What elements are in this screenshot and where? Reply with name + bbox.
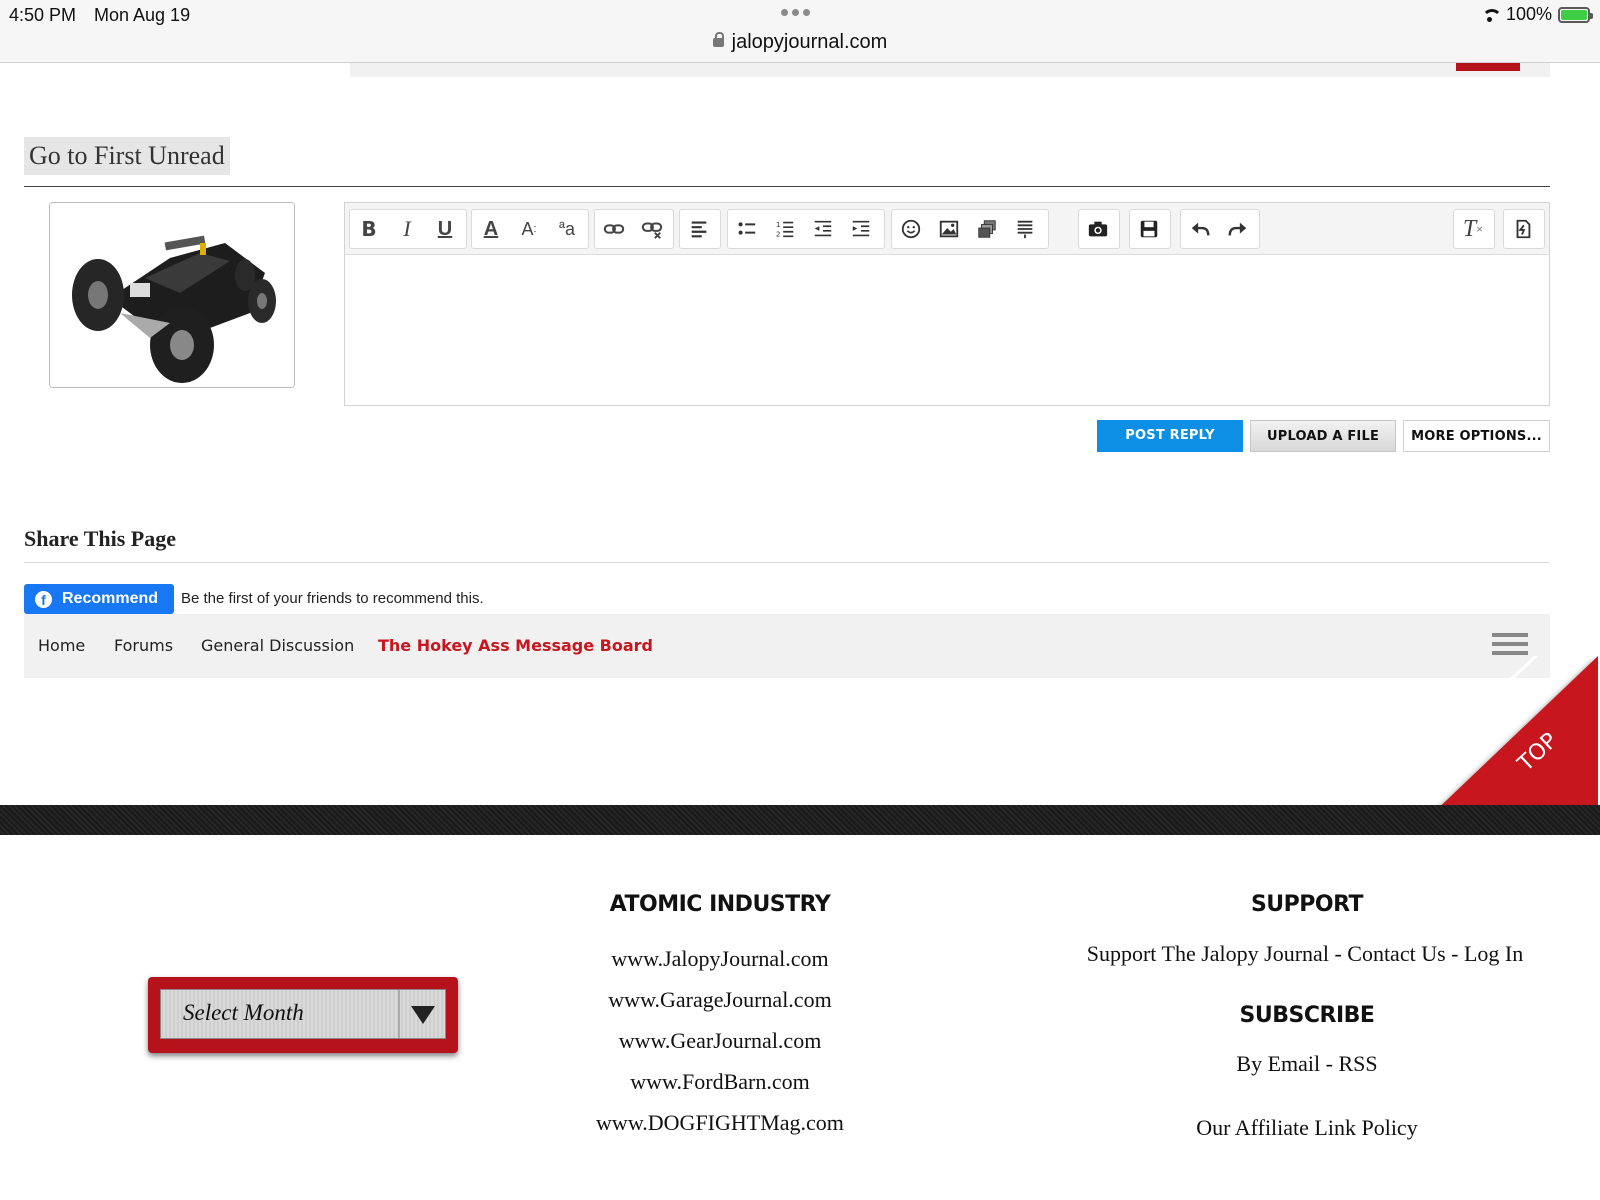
link-gearjournal[interactable]: www.GearJournal.com — [520, 1028, 920, 1054]
breadcrumb-forums[interactable]: Forums — [114, 636, 173, 655]
back-to-top-button[interactable]: TOP — [1428, 656, 1598, 818]
link-dogfightmag[interactable]: www.DOGFIGHTMag.com — [520, 1110, 920, 1136]
toolbar-group-bbcode — [1503, 209, 1545, 249]
link-fordbarn[interactable]: www.FordBarn.com — [520, 1069, 920, 1095]
address-bar[interactable]: jalopyjournal.com — [0, 31, 1600, 54]
smilie-icon[interactable] — [892, 210, 930, 248]
facebook-icon: f — [35, 591, 52, 608]
svg-text:2: 2 — [776, 229, 781, 238]
status-date: Mon Aug 19 — [94, 5, 191, 25]
rss-link[interactable]: RSS — [1338, 1051, 1377, 1076]
separator: - — [1334, 941, 1342, 966]
status-right: 100% — [1480, 4, 1593, 25]
contact-us-link[interactable]: Contact Us — [1347, 941, 1445, 966]
link-jalopyjournal[interactable]: www.JalopyJournal.com — [520, 946, 920, 972]
breadcrumb-home[interactable]: Home — [38, 636, 85, 655]
bullet-list-icon[interactable] — [728, 210, 766, 248]
bold-icon[interactable]: B — [350, 210, 388, 248]
breadcrumb-hokey-ass-message-board[interactable]: The Hokey Ass Message Board — [378, 636, 653, 655]
image-icon[interactable] — [930, 210, 968, 248]
save-draft-icon[interactable] — [1130, 210, 1168, 248]
svg-text:1: 1 — [776, 220, 781, 229]
text-color-icon[interactable]: A — [472, 210, 510, 248]
toolbar-group-list: 12 — [727, 209, 885, 249]
go-to-first-unread-button[interactable]: Go to First Unread — [24, 137, 230, 175]
font-family-icon[interactable]: ªa — [548, 210, 586, 248]
atomic-industry-title: ATOMIC INDUSTRY — [609, 892, 831, 917]
share-title: Share This Page — [24, 526, 176, 551]
ios-status-bar: 4:50 PM Mon Aug 19 jalopyjournal.com 100… — [0, 0, 1600, 63]
user-avatar[interactable] — [49, 202, 295, 388]
camera-icon[interactable] — [1079, 210, 1117, 248]
fb-button-label: Recommend — [62, 590, 159, 607]
footer-leather-band — [0, 805, 1600, 835]
separator: - — [1325, 1051, 1333, 1076]
upload-file-button[interactable]: UPLOAD A FILE — [1250, 420, 1396, 452]
more-options-button[interactable]: MORE OPTIONS... — [1403, 420, 1550, 452]
toolbar-group-style: B I U — [349, 209, 467, 249]
log-in-link[interactable]: Log In — [1464, 941, 1523, 966]
share-divider — [24, 562, 1550, 563]
subscribe-links: By Email - RSS — [1107, 1051, 1507, 1077]
underline-icon[interactable]: U — [426, 210, 464, 248]
toggle-bbcode-icon[interactable] — [1504, 210, 1542, 248]
redo-icon[interactable] — [1219, 210, 1257, 248]
reply-editor: B I U A A: ªa 12 T × — [344, 202, 1550, 406]
toolbar-group-align — [679, 209, 721, 249]
numbered-list-icon[interactable]: 12 — [766, 210, 804, 248]
message-textarea[interactable] — [345, 255, 1549, 405]
status-time: 4:50 PM — [9, 5, 77, 25]
reply-button-cut[interactable] — [1456, 63, 1520, 71]
post-reply-button[interactable]: POST REPLY — [1097, 420, 1243, 452]
fb-recommend-text: Be the first of your friends to recommen… — [181, 590, 484, 607]
toolbar-group-clear: T × — [1453, 209, 1495, 249]
undo-icon[interactable] — [1181, 210, 1219, 248]
link-icon[interactable] — [595, 210, 633, 248]
support-links: Support The Jalopy Journal - Contact Us … — [1060, 941, 1550, 967]
media-icon[interactable] — [968, 210, 1006, 248]
toolbar-group-history — [1180, 209, 1260, 249]
toolbar-group-save — [1129, 209, 1171, 249]
post-controls-row-cut — [350, 63, 1550, 77]
toolbar-group-font: A A: ªa — [471, 209, 589, 249]
wifi-icon — [1480, 8, 1502, 22]
subscribe-title: SUBSCRIBE — [1239, 1003, 1375, 1028]
facebook-recommend-button[interactable]: f Recommend — [24, 584, 174, 614]
remove-format-icon[interactable]: T × — [1454, 210, 1492, 248]
breadcrumb-general-discussion[interactable]: General Discussion — [201, 636, 354, 655]
outdent-icon[interactable] — [804, 210, 842, 248]
toolbar-group-link — [594, 209, 674, 249]
separator: - — [1451, 941, 1459, 966]
unlink-icon[interactable] — [633, 210, 671, 248]
by-email-link[interactable]: By Email — [1236, 1051, 1320, 1076]
lock-icon — [712, 32, 724, 47]
editor-toolbar: B I U A A: ªa 12 T × — [345, 203, 1549, 255]
hot-rod-image — [50, 203, 294, 387]
italic-icon[interactable]: I — [388, 210, 426, 248]
support-title: SUPPORT — [1250, 892, 1364, 917]
link-garagejournal[interactable]: www.GarageJournal.com — [520, 987, 920, 1013]
multitasking-dots-icon[interactable] — [781, 9, 810, 16]
font-size-icon[interactable]: A: — [510, 210, 548, 248]
support-jalopy-link[interactable]: Support The Jalopy Journal — [1087, 941, 1329, 966]
affiliate-link-policy[interactable]: Our Affiliate Link Policy — [1107, 1115, 1507, 1141]
month-select-value: Select Month — [183, 1000, 304, 1025]
indent-icon[interactable] — [842, 210, 880, 248]
divider — [24, 186, 1550, 187]
breadcrumb: Home Forums General Discussion The Hokey… — [24, 614, 1550, 678]
align-icon[interactable] — [680, 210, 718, 248]
quote-icon[interactable] — [1006, 210, 1044, 248]
battery-icon — [1558, 6, 1593, 23]
url-text: jalopyjournal.com — [731, 31, 888, 53]
toolbar-group-camera — [1078, 209, 1120, 249]
archive-month-select[interactable]: Select Month — [148, 977, 458, 1053]
dropdown-arrow-icon — [398, 990, 445, 1038]
toolbar-group-insert — [891, 209, 1049, 249]
battery-percent: 100% — [1505, 4, 1552, 24]
